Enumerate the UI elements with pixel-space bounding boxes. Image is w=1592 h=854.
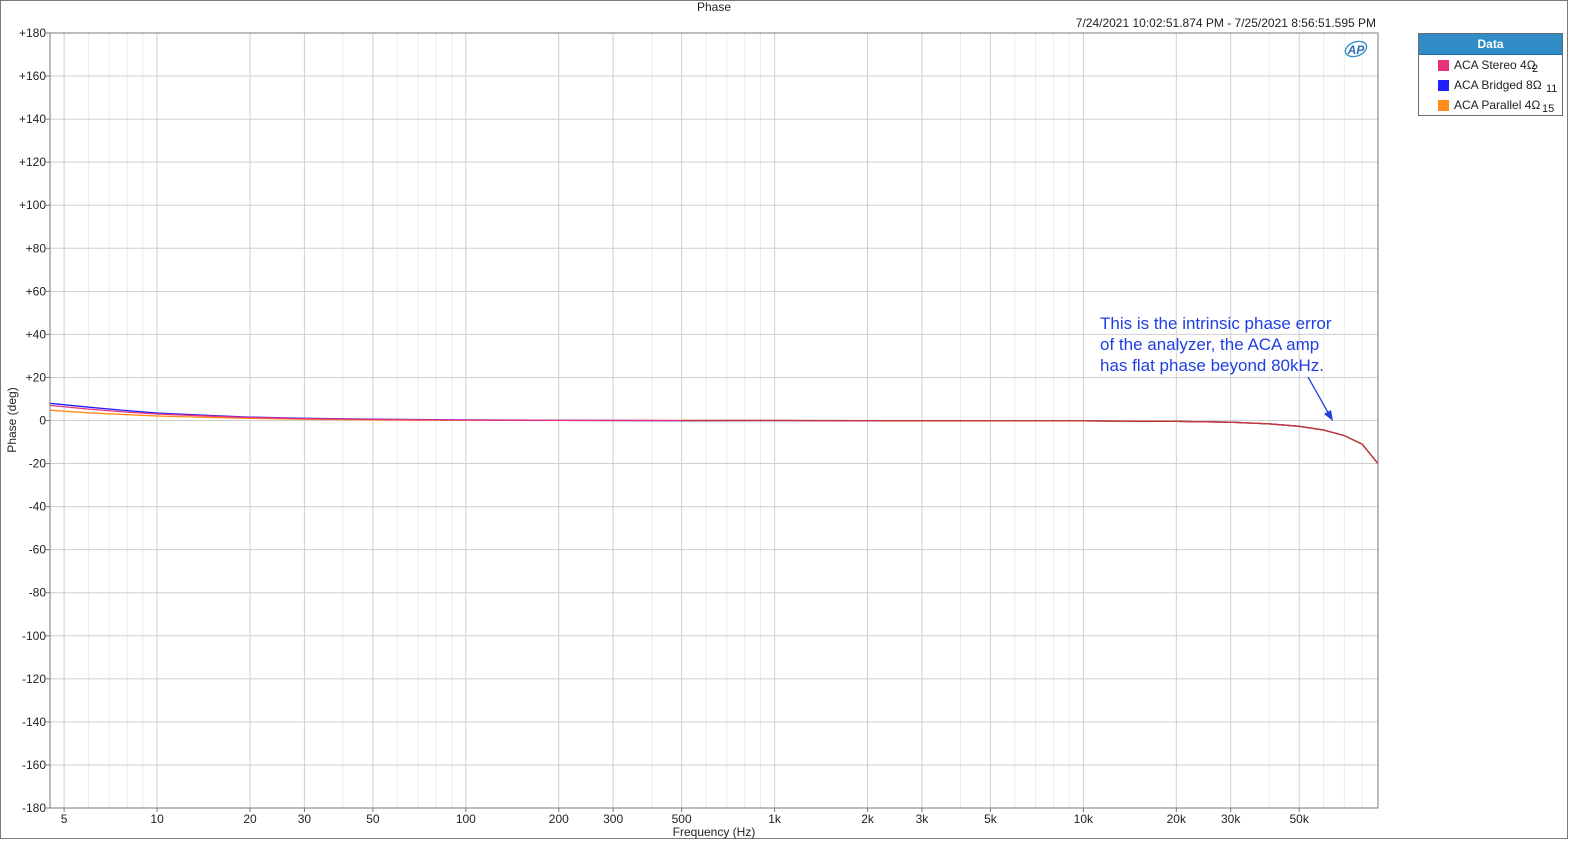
x-tick-label: 300 (603, 812, 623, 826)
phase-chart: Phase 7/24/2021 10:02:51.874 PM - 7/25/2… (5, 0, 1379, 839)
y-tick-label: -80 (29, 586, 47, 600)
legend-swatch (1438, 80, 1449, 91)
y-tick-label: -160 (22, 758, 46, 772)
x-tick-label: 50 (366, 812, 380, 826)
y-tick-label: +60 (26, 284, 47, 298)
y-tick-label: -20 (29, 457, 47, 471)
major-grid (46, 32, 1378, 812)
y-tick-label: +180 (19, 26, 46, 40)
series-line-2 (49, 404, 1379, 465)
x-tick-label: 5 (61, 812, 68, 826)
legend-item-stereo: ACA Stereo 4Ω 2 (1419, 55, 1562, 75)
annotation-arrowhead (1324, 410, 1333, 421)
legend: Data ACA Stereo 4Ω 2 ACA Bridged 8Ω 11 A… (1418, 33, 1563, 116)
x-axis-label: Frequency (Hz) (673, 825, 756, 839)
series-line-11 (49, 402, 1379, 465)
legend-swatch (1438, 100, 1449, 111)
x-tick-label: 20 (243, 812, 257, 826)
annotation-line-3: has flat phase beyond 80kHz. (1100, 356, 1324, 375)
legend-title: Data (1419, 34, 1562, 55)
x-tick-label: 1k (768, 812, 782, 826)
annotation-line-2: of the analyzer, the ACA amp (1100, 335, 1319, 354)
ap-logo: AP (1344, 40, 1368, 58)
annotation-arrow-line (1307, 376, 1331, 417)
y-tick-label: +20 (26, 370, 47, 384)
legend-label: ACA Parallel 4Ω (1454, 98, 1541, 112)
x-tick-label: 3k (916, 812, 930, 826)
legend-item-parallel: ACA Parallel 4Ω 15 (1419, 95, 1562, 115)
x-tick-label: 30k (1221, 812, 1241, 826)
x-tick-label: 20k (1167, 812, 1187, 826)
y-tick-label: -40 (29, 500, 47, 514)
legend-label: ACA Bridged 8Ω (1454, 78, 1542, 92)
legend-series-id: 2 (1532, 63, 1539, 75)
svg-text:AP: AP (1347, 43, 1366, 57)
x-tick-labels: 5 10 20 30 50 100 200 300 500 1k 2k 3k 5k 10k 20k 30k 50… (61, 812, 1310, 826)
annotation-line-1: This is the intrinsic phase error (1100, 314, 1332, 333)
x-tick-label: 2k (861, 812, 875, 826)
legend-label: ACA Stereo 4Ω (1454, 58, 1536, 72)
x-tick-label: 100 (456, 812, 476, 826)
y-tick-label: +140 (19, 112, 46, 126)
y-tick-label: +120 (19, 155, 46, 169)
y-tick-label: +80 (26, 241, 47, 255)
y-tick-label: -100 (22, 629, 46, 643)
legend-item-bridged: ACA Bridged 8Ω 11 (1419, 75, 1562, 95)
phase-error-annotation: This is the intrinsic phase error of the… (1100, 314, 1333, 421)
y-axis-label: Phase (deg) (5, 387, 19, 452)
series-lines (49, 402, 1379, 465)
y-tick-label: -60 (29, 543, 47, 557)
measurement-timestamp: 7/24/2021 10:02:51.874 PM - 7/25/2021 8:… (1076, 16, 1376, 30)
y-tick-label: 0 (39, 414, 46, 428)
y-tick-label: +160 (19, 69, 46, 83)
legend-swatch (1438, 60, 1449, 71)
y-tick-label: -140 (22, 715, 46, 729)
x-tick-label: 30 (298, 812, 312, 826)
series-overlap-line (681, 419, 1379, 464)
x-tick-label: 5k (984, 812, 998, 826)
x-tick-label: 500 (672, 812, 692, 826)
legend-series-id: 15 (1542, 103, 1555, 115)
y-tick-label: +40 (26, 327, 47, 341)
x-tick-label: 10 (150, 812, 164, 826)
chart-title: Phase (697, 0, 731, 14)
y-tick-labels: +180 +160 +140 +120 +100 +80 +60 +40 +20 0 -20 -40 -… (19, 26, 46, 815)
y-tick-label: +100 (19, 198, 46, 212)
y-tick-label: -120 (22, 672, 46, 686)
x-tick-label: 50k (1290, 812, 1310, 826)
y-tick-label: -180 (22, 801, 46, 815)
legend-series-id: 11 (1546, 83, 1558, 95)
x-tick-label: 200 (549, 812, 569, 826)
series-line-15 (49, 409, 1379, 465)
x-tick-label: 10k (1074, 812, 1094, 826)
